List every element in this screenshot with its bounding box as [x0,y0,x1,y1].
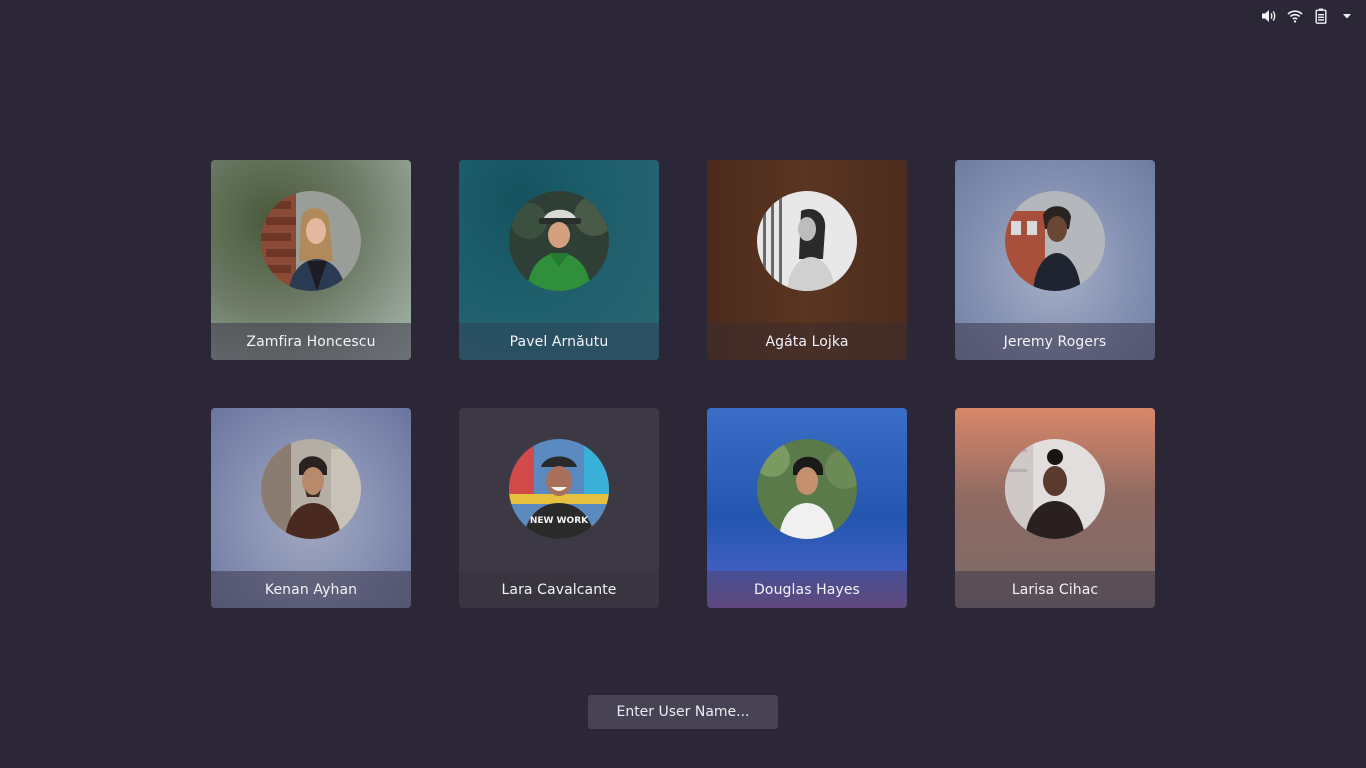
user-name: Jeremy Rogers [955,323,1155,360]
user-card[interactable]: NEW WORK Lara Cavalcante [459,408,659,608]
avatar [261,439,361,539]
user-card[interactable]: Larisa Cihac [955,408,1155,608]
avatar: NEW WORK [509,439,609,539]
user-grid: Zamfira Honcescu Pavel Arnăutu Agáta Loj… [211,160,1155,608]
system-indicators [1260,6,1356,26]
user-name: Zamfira Honcescu [211,323,411,360]
avatar [757,191,857,291]
avatar [1005,191,1105,291]
user-name: Kenan Ayhan [211,571,411,608]
user-name: Douglas Hayes [707,571,907,608]
user-name: Larisa Cihac [955,571,1155,608]
volume-icon[interactable] [1260,7,1278,25]
svg-text:NEW WORK: NEW WORK [530,516,589,526]
user-card[interactable]: Douglas Hayes [707,408,907,608]
avatar [261,191,361,291]
user-card[interactable]: Agáta Lojka [707,160,907,360]
user-card[interactable]: Jeremy Rogers [955,160,1155,360]
user-name: Lara Cavalcante [459,571,659,608]
user-card[interactable]: Zamfira Honcescu [211,160,411,360]
enter-user-name-button[interactable]: Enter User Name... [588,695,778,729]
user-card[interactable]: Pavel Arnăutu [459,160,659,360]
user-card[interactable]: Kenan Ayhan [211,408,411,608]
chevron-down-icon[interactable] [1338,7,1356,25]
user-name: Pavel Arnăutu [459,323,659,360]
user-name: Agáta Lojka [707,323,907,360]
avatar [1005,439,1105,539]
avatar [509,191,609,291]
login-screen: Zamfira Honcescu Pavel Arnăutu Agáta Loj… [0,0,1366,768]
avatar [757,439,857,539]
battery-icon[interactable] [1312,7,1330,25]
wifi-icon[interactable] [1286,7,1304,25]
